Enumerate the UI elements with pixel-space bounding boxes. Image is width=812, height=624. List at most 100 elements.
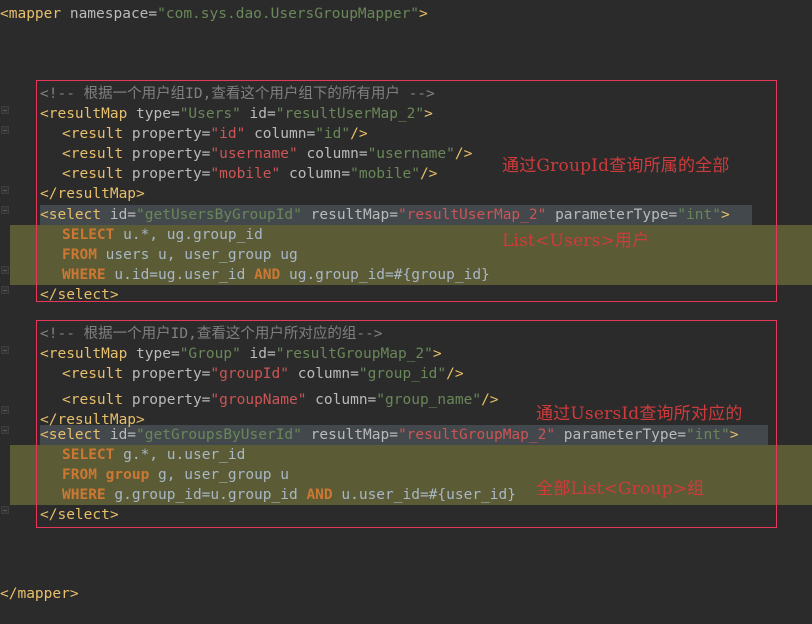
token-string: "group_id": [358, 366, 447, 382]
fold-marker-icon[interactable]: [1, 126, 9, 134]
token-attr: id=: [101, 427, 137, 443]
token-tag-close: />: [454, 146, 473, 162]
token-string: "username": [367, 146, 455, 162]
token-keyword: SELECT: [62, 447, 115, 463]
token-tag-close: />: [446, 366, 464, 382]
token-tag: <resultMap: [40, 106, 128, 122]
token-string: "Group": [179, 346, 241, 362]
fold-marker-icon[interactable]: [1, 266, 9, 274]
token-keyword-and: AND: [254, 267, 281, 283]
token-keyword: WHERE: [62, 487, 106, 503]
fold-marker-icon[interactable]: [1, 186, 9, 194]
token-tag: <resultMap: [40, 346, 128, 362]
token-plain: u.id=ug.user_id: [105, 267, 255, 283]
fold-marker-icon[interactable]: [1, 286, 9, 294]
token-string: "mobile": [350, 166, 420, 182]
token-string: "resultUserMap_2": [275, 106, 425, 122]
token-attr: property=: [123, 146, 211, 162]
token-tag: </resultMap>: [40, 186, 145, 202]
token-string: "resultGroupMap_2": [275, 346, 433, 362]
token-comment: <!-- 根据一个用户组ID,查看这个用户组下的所有用户 -->: [40, 86, 435, 102]
token-plain: users u, user_group ug: [96, 247, 298, 263]
token-string-ref: "resultGroupMap_2": [397, 427, 556, 443]
code-line-comment-2[interactable]: <!-- 根据一个用户ID,查看这个用户所对应的组-->: [40, 324, 383, 344]
code-line-select-close-1[interactable]: </select>: [40, 285, 119, 305]
code-line-sql-from[interactable]: FROM users u, user_group ug: [40, 245, 298, 265]
token-tag: </select>: [40, 287, 119, 303]
token-keyword: SELECT: [62, 227, 115, 243]
token-tag: </mapper>: [0, 586, 79, 602]
annotation-text-block-2: 通过UsersId查询所对应的 全部List<Group>组: [536, 352, 743, 552]
token-string-prop: "groupId": [210, 366, 289, 382]
token-plain: g.*, u.user_id: [114, 447, 246, 463]
fold-marker-icon[interactable]: [1, 406, 9, 414]
token-keyword: WHERE: [62, 267, 106, 283]
token-attr: type=: [127, 106, 180, 122]
fold-marker-icon[interactable]: [1, 346, 9, 354]
code-editor[interactable]: 通过GroupId查询所属的全部 List<Users>用户 通过UsersId…: [0, 0, 812, 624]
fold-marker-icon[interactable]: [1, 506, 9, 514]
code-line-result[interactable]: <result property="id" column="id"/>: [40, 124, 368, 144]
code-line-resultmap-close-1[interactable]: </resultMap>: [40, 184, 145, 204]
code-line-select-close-2[interactable]: </select>: [40, 505, 119, 525]
token-string: "group_name": [376, 392, 482, 408]
token-string-prop: "mobile": [210, 166, 281, 182]
token-attr: column=: [297, 146, 368, 162]
code-line-mapper-close[interactable]: </mapper>: [0, 584, 79, 604]
annotation-line-1: 通过GroupId查询所属的全部: [502, 156, 730, 176]
annotation-line-2: List<Users>用户: [502, 231, 650, 251]
code-line-sql-select[interactable]: SELECT u.*, ug.group_id: [40, 225, 263, 245]
token-attr: property=: [123, 166, 211, 182]
code-line-mapper-open[interactable]: <mapper namespace="com.sys.dao.UsersGrou…: [0, 4, 428, 24]
fold-marker-icon[interactable]: [1, 106, 9, 114]
token-tag-close: />: [350, 126, 368, 142]
code-line-result[interactable]: <result property="username" column="user…: [40, 144, 472, 164]
code-line-sql-where[interactable]: WHERE g.group_id=u.group_id AND u.user_i…: [40, 485, 516, 505]
token-attr: resultMap=: [301, 207, 398, 223]
annotation-text-block-1: 通过GroupId查询所属的全部 List<Users>用户: [502, 104, 730, 304]
code-line-sql-where[interactable]: WHERE u.id=ug.user_id AND ug.group_id=#{…: [40, 265, 490, 285]
token-tag-close: >: [424, 106, 433, 122]
token-tag: <result: [62, 146, 124, 162]
token-string: "Users": [179, 106, 241, 122]
token-keyword: FROM: [62, 467, 97, 483]
token-tag: <result: [62, 126, 124, 142]
token-tag: <mapper: [0, 6, 62, 22]
token-string-prop: "username": [210, 146, 298, 162]
token-attr: column=: [280, 166, 351, 182]
code-line-result[interactable]: <result property="mobile" column="mobile…: [40, 164, 437, 184]
token-tag: <result: [62, 166, 124, 182]
token-attr: column=: [306, 392, 377, 408]
annotation-line-2: 全部List<Group>组: [536, 479, 705, 499]
token-tag: <select: [40, 207, 102, 223]
code-line-comment-1[interactable]: <!-- 根据一个用户组ID,查看这个用户组下的所有用户 -->: [40, 84, 435, 104]
token-tag-close: >: [432, 346, 442, 362]
token-string-prop: "id": [210, 126, 246, 142]
token-plain: u.*, ug.group_id: [114, 227, 263, 243]
code-line-resultmap-open-2[interactable]: <resultMap type="Group" id="resultGroupM…: [40, 344, 442, 364]
token-attr: namespace=: [61, 6, 158, 22]
token-string: "com.sys.dao.UsersGroupMapper": [157, 6, 420, 22]
token-tag: <select: [40, 427, 102, 443]
token-attr: property=: [123, 126, 211, 142]
token-tag: <result: [62, 392, 124, 408]
code-line-sql-from[interactable]: FROM group g, user_group u: [40, 465, 289, 485]
token-attr: id=: [240, 106, 276, 122]
token-attr: column=: [245, 126, 316, 142]
annotation-line-1: 通过UsersId查询所对应的: [536, 404, 743, 424]
code-line-resultmap-open-1[interactable]: <resultMap type="Users" id="resultUserMa…: [40, 104, 433, 124]
code-line-sql-select[interactable]: SELECT g.*, u.user_id: [40, 445, 245, 465]
fold-marker-icon[interactable]: [1, 426, 9, 434]
token-string-prop: "groupName": [210, 392, 307, 408]
fold-marker-icon[interactable]: [1, 206, 9, 214]
token-attr: id=: [101, 207, 137, 223]
code-line-result[interactable]: <result property="groupName" column="gro…: [40, 390, 499, 410]
editor-gutter[interactable]: [0, 0, 10, 624]
token-tag: </select>: [40, 507, 119, 523]
code-line-result[interactable]: <result property="groupId" column="group…: [40, 364, 464, 384]
token-string: "getUsersByGroupId": [136, 207, 302, 223]
token-plain: g.group_id=u.group_id: [105, 487, 307, 503]
token-string: "getGroupsByUserId": [136, 427, 302, 443]
token-tag-close: />: [481, 392, 499, 408]
token-attr: id=: [240, 346, 276, 362]
